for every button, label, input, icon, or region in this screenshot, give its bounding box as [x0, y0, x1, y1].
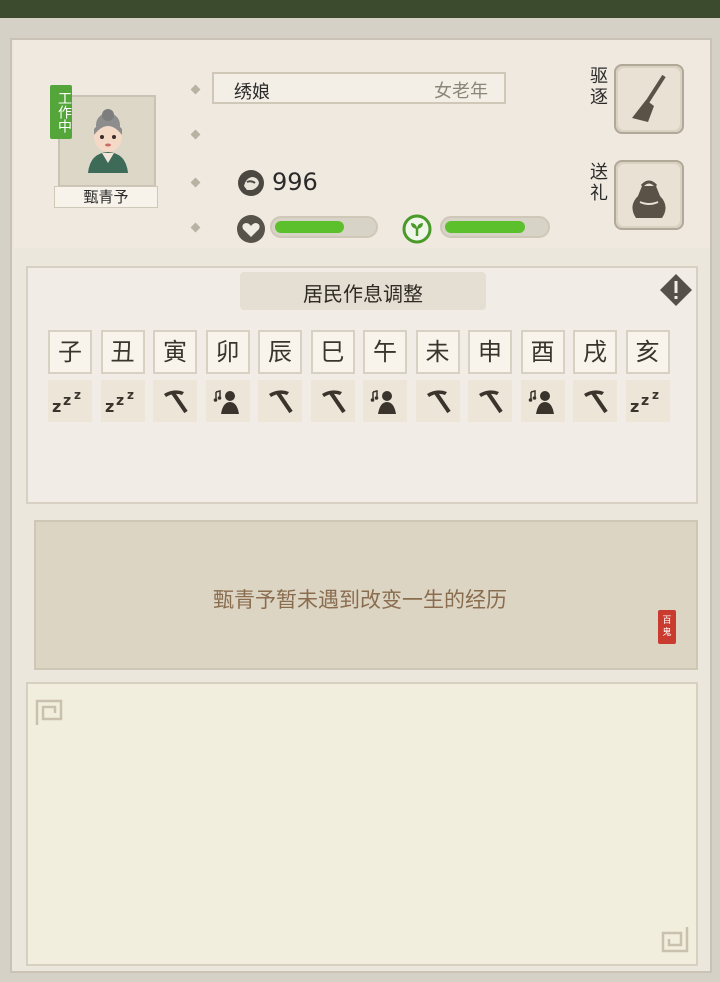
activity-work-icon[interactable]: [310, 380, 355, 422]
svg-text:z: z: [641, 393, 649, 409]
activity-rest-icon[interactable]: [363, 380, 407, 422]
broom-icon: [618, 68, 680, 130]
detail-panel: [26, 682, 698, 966]
health-bar: [270, 216, 378, 238]
expel-label: 驱逐: [590, 66, 608, 108]
activity-work-icon[interactable]: [468, 380, 512, 422]
job-title: 绣娘: [234, 82, 270, 103]
health-bar-fill: [275, 221, 344, 233]
svg-text:z: z: [116, 393, 124, 409]
activity-rest-icon[interactable]: [205, 380, 250, 422]
job-field: 绣娘 女老年: [212, 72, 506, 104]
activity-sleep-icon[interactable]: zzz: [625, 380, 670, 422]
corner-ornament-icon: [35, 699, 63, 725]
coin-value: 996: [272, 168, 318, 196]
hour-cell[interactable]: 寅: [153, 330, 197, 374]
resident-avatar[interactable]: [58, 95, 156, 187]
age-group: 女老年: [434, 81, 488, 102]
hour-cell[interactable]: 辰: [258, 330, 302, 374]
gift-label: 送礼: [590, 162, 608, 204]
hour-cell[interactable]: 未: [415, 330, 460, 374]
health-heart-icon: [237, 215, 265, 243]
hour-cell[interactable]: 午: [363, 330, 407, 374]
hour-cell[interactable]: 卯: [205, 330, 250, 374]
svg-text:z: z: [52, 397, 61, 416]
svg-text:z: z: [105, 397, 114, 416]
activity-rest-icon[interactable]: [520, 380, 565, 422]
activity-work-icon[interactable]: [573, 380, 617, 422]
info-icon[interactable]: [658, 272, 694, 308]
hour-cell[interactable]: 丑: [100, 330, 145, 374]
hour-cell[interactable]: 亥: [625, 330, 670, 374]
mood-sprout-icon: [402, 214, 432, 244]
activity-work-icon[interactable]: [415, 380, 460, 422]
svg-text:z: z: [630, 397, 639, 416]
activity-sleep-icon[interactable]: zzz: [100, 380, 145, 422]
svg-text:z: z: [652, 388, 659, 402]
resident-name: 甄青予: [54, 186, 158, 208]
schedule-title-plate: 居民作息调整: [240, 272, 486, 310]
hour-cell[interactable]: 酉: [520, 330, 565, 374]
activity-sleep-icon[interactable]: zzz: [48, 380, 92, 422]
seal-stamp: 百鬼: [658, 610, 676, 644]
mood-bar-fill: [445, 221, 525, 233]
gift-button[interactable]: [614, 160, 684, 230]
hour-cell[interactable]: 戌: [573, 330, 617, 374]
hour-cell[interactable]: 子: [48, 330, 92, 374]
svg-text:z: z: [63, 393, 71, 409]
hour-cell[interactable]: 申: [468, 330, 512, 374]
gift-sack-icon: [618, 164, 680, 226]
activity-work-icon[interactable]: [258, 380, 302, 422]
mood-bar: [440, 216, 550, 238]
svg-text:z: z: [74, 388, 81, 402]
activity-work-icon[interactable]: [153, 380, 197, 422]
corner-ornament-icon: [661, 927, 689, 953]
top-strip: [0, 0, 720, 20]
avatar-portrait-icon: [88, 109, 128, 173]
svg-text:z: z: [127, 388, 134, 402]
status-badge: 工作中: [50, 85, 72, 139]
life-event-text: 甄青予暂未遇到改变一生的经历: [213, 588, 507, 612]
expel-button[interactable]: [614, 64, 684, 134]
schedule-title: 居民作息调整: [303, 282, 423, 306]
hour-cell[interactable]: 巳: [310, 330, 355, 374]
coin-pouch-icon: [238, 170, 264, 196]
